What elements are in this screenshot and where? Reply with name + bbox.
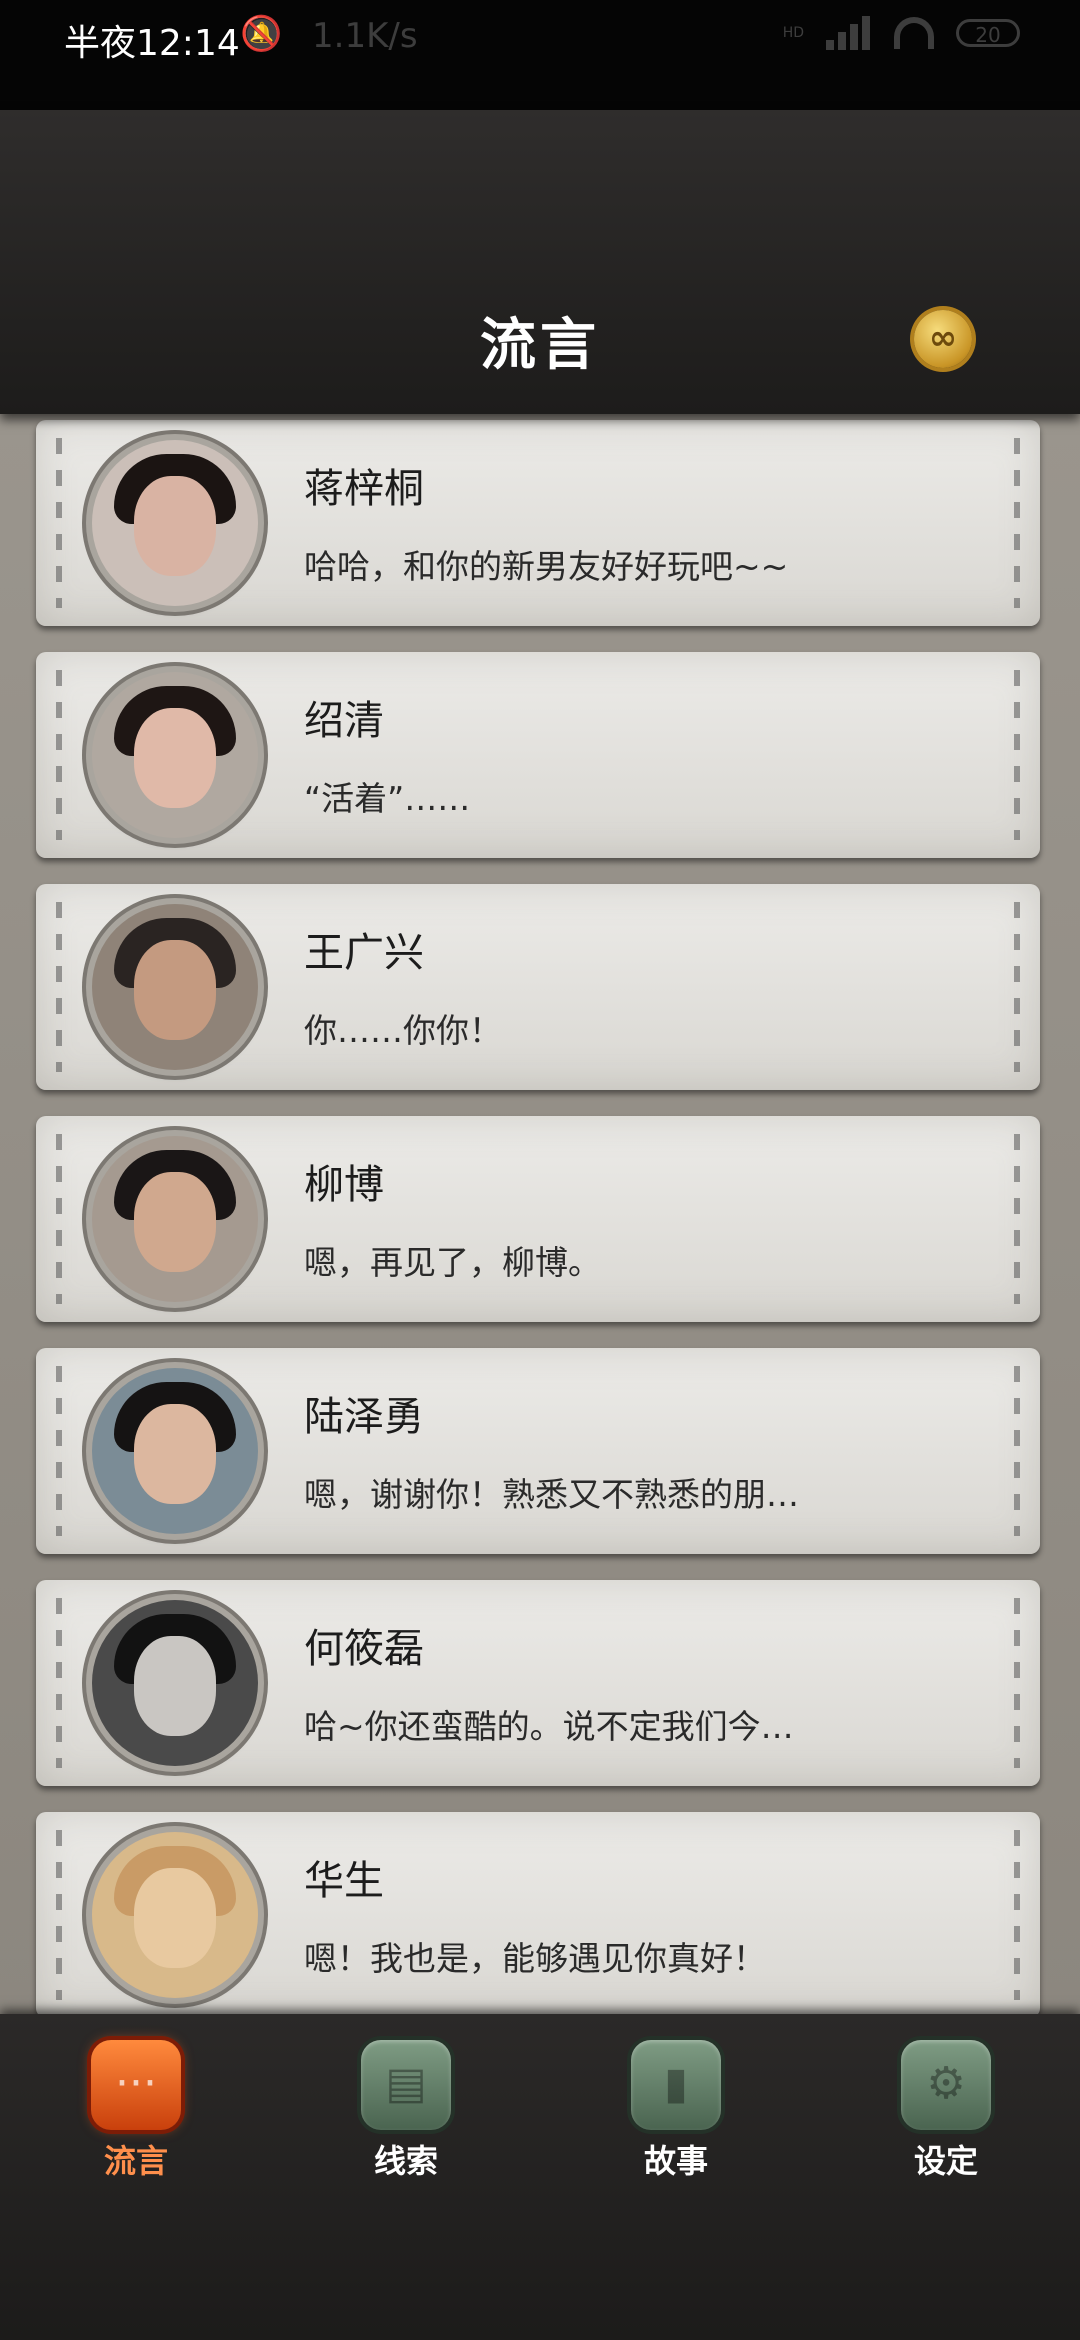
contact-name: 蒋梓桐 xyxy=(304,466,424,512)
hd-label: HD xyxy=(782,25,804,41)
contact-name: 绍清 xyxy=(304,698,384,744)
wifi-icon xyxy=(894,17,934,49)
avatar-face xyxy=(134,940,216,1040)
message-card[interactable]: 陆泽勇 嗯，谢谢你！熟悉又不熟悉的朋… xyxy=(36,1348,1040,1554)
message-card[interactable]: 华生 嗯！我也是，能够遇见你真好！ xyxy=(36,1812,1040,2018)
message-card[interactable]: 绍清 “活着”…… xyxy=(36,652,1040,858)
avatar-face xyxy=(134,1868,216,1968)
message-preview: 嗯，谢谢你！熟悉又不熟悉的朋… xyxy=(304,1475,799,1514)
avatar xyxy=(92,672,258,838)
message-card[interactable]: 柳博 嗯，再见了，柳博。 xyxy=(36,1116,1040,1322)
contact-name: 柳博 xyxy=(304,1162,384,1208)
battery-icon: 20 xyxy=(956,19,1020,47)
avatar xyxy=(92,1600,258,1766)
bottom-nav: ··· 流言 ▤ 线索 ▮ 故事 ⚙ 设定 xyxy=(0,2014,1080,2340)
message-preview: “活着”…… xyxy=(304,779,471,818)
message-preview: 哈~你还蛮酷的。说不定我们今… xyxy=(304,1707,794,1746)
nav-tab-clues[interactable]: ▤ 线索 xyxy=(336,2040,476,2182)
message-list[interactable]: 蒋梓桐 哈哈，和你的新男友好好玩吧~~ 绍清 “活着”…… 王广兴 你……你你！… xyxy=(0,414,1080,2018)
nav-label: 故事 xyxy=(643,2142,708,2180)
avatar-face xyxy=(134,1404,216,1504)
avatar-face xyxy=(134,708,216,808)
book-icon: ▮ xyxy=(631,2040,721,2130)
avatar xyxy=(92,1832,258,1998)
chat-bubble-icon: ··· xyxy=(91,2040,181,2130)
avatar xyxy=(92,1136,258,1302)
mute-bell-icon: 🔕 xyxy=(240,14,283,54)
infinity-coin-icon[interactable]: ∞ xyxy=(914,310,972,368)
network-speed: 1.1K/s xyxy=(312,16,418,56)
nav-tab-rumors[interactable]: ··· 流言 xyxy=(66,2040,206,2182)
status-icons: HD 20 xyxy=(783,16,1020,50)
document-icon: ▤ xyxy=(361,2040,451,2130)
avatar-face xyxy=(134,476,216,576)
avatar xyxy=(92,904,258,1070)
message-card[interactable]: 王广兴 你……你你！ xyxy=(36,884,1040,1090)
contact-name: 陆泽勇 xyxy=(304,1394,424,1440)
message-card[interactable]: 何筱磊 哈~你还蛮酷的。说不定我们今… xyxy=(36,1580,1040,1786)
nav-label: 线索 xyxy=(373,2142,438,2180)
avatar-face xyxy=(134,1172,216,1272)
nav-label: 设定 xyxy=(913,2142,978,2180)
avatar xyxy=(92,440,258,606)
status-time: 半夜12:14 xyxy=(64,23,240,64)
message-preview: 嗯！我也是，能够遇见你真好！ xyxy=(304,1939,766,1978)
app-header: 流言 ∞ xyxy=(0,110,1080,414)
gear-icon: ⚙ xyxy=(901,2040,991,2130)
avatar xyxy=(92,1368,258,1534)
contact-name: 华生 xyxy=(304,1858,384,1904)
contact-name: 王广兴 xyxy=(304,930,424,976)
contact-name: 何筱磊 xyxy=(304,1626,424,1672)
nav-label: 流言 xyxy=(103,2142,168,2180)
avatar-face xyxy=(134,1636,216,1736)
message-card[interactable]: 蒋梓桐 哈哈，和你的新男友好好玩吧~~ xyxy=(36,420,1040,626)
message-preview: 嗯，再见了，柳博。 xyxy=(304,1243,601,1282)
message-preview: 你……你你！ xyxy=(304,1011,502,1050)
status-bar: 半夜12:14 🔕 1.1K/s HD 20 xyxy=(0,0,1080,110)
signal-icon xyxy=(826,16,872,50)
nav-tab-settings[interactable]: ⚙ 设定 xyxy=(876,2040,1016,2182)
message-preview: 哈哈，和你的新男友好好玩吧~~ xyxy=(304,547,789,586)
nav-tab-story[interactable]: ▮ 故事 xyxy=(606,2040,746,2182)
